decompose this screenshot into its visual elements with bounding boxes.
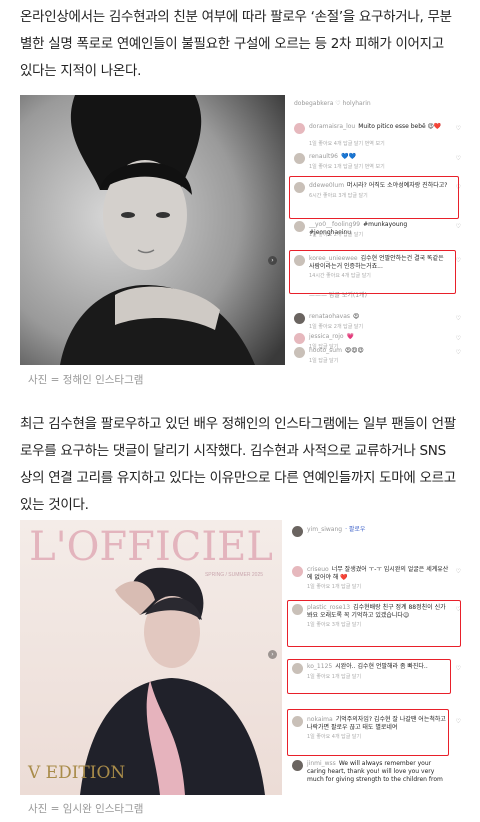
- heart-icon[interactable]: ♡: [456, 155, 461, 163]
- highlight-box: [289, 250, 456, 294]
- heart-icon[interactable]: ♡: [456, 349, 461, 357]
- comment-text: Muito pitico esse bebê 😍❤️: [358, 123, 442, 130]
- follow-link[interactable]: · 팔로우: [345, 526, 365, 533]
- magazine-edition-mark: V EDITION: [27, 763, 125, 783]
- highlight-box: [287, 659, 451, 694]
- comment-text: 😍: [353, 313, 360, 320]
- comment-username: yim_siwang: [307, 526, 343, 533]
- highlight-box: [287, 600, 461, 647]
- jung-hae-in-photo: ›: [20, 95, 285, 365]
- comment-username: dobegabkera ♡ holyharin: [294, 100, 371, 107]
- heart-icon[interactable]: ♡: [456, 665, 461, 673]
- carousel-next-arrow[interactable]: ›: [268, 650, 277, 659]
- carousel-next-arrow[interactable]: ›: [268, 256, 277, 265]
- im-si-wan-photo: L'OFFICIEL SPRING / SUMMER 2025 V EDITIO…: [20, 520, 282, 795]
- heart-icon[interactable]: ♡: [456, 223, 461, 231]
- avatar[interactable]: [294, 313, 305, 324]
- instagram-comments-panel-1: dobegabkera ♡ holyharin doramaisra_lou Mu…: [288, 95, 465, 365]
- comment-username[interactable]: hooto_sum: [309, 347, 342, 354]
- magazine-title: L'OFFICIEL: [29, 524, 273, 570]
- magazine-subtitle: SPRING / SUMMER 2025: [205, 572, 263, 578]
- comment-meta: 1일 좋아요 1개 답글 달기: [307, 584, 362, 590]
- comment-username[interactable]: renault96: [309, 153, 338, 160]
- heart-icon[interactable]: ♡: [456, 335, 461, 343]
- portrait-image: [20, 95, 285, 365]
- avatar[interactable]: [294, 333, 305, 344]
- comment-text: 😍😍😍: [344, 347, 364, 354]
- comment-username[interactable]: doramaisra_lou: [309, 123, 355, 130]
- comment-meta: 1일 좋아요 1개 답글 달기 번역 보기: [309, 164, 385, 170]
- avatar[interactable]: [294, 221, 305, 232]
- comment-meta: 1일 좋아요 2개 답글 달기: [309, 232, 364, 238]
- heart-icon[interactable]: ♡: [456, 568, 461, 576]
- comment-meta: 1일 답글 달기: [309, 358, 339, 364]
- avatar[interactable]: [292, 566, 303, 577]
- comment-username[interactable]: jinmi_wss: [307, 760, 336, 767]
- article-paragraph-2: 최근 김수현을 팔로우하고 있던 배우 정해인의 인스타그램에는 일부 팬들이 …: [20, 416, 456, 513]
- article-paragraph-1: 온라인상에서는 김수현과의 친분 여부에 따라 팔로우 ‘손절’을 요구하거나,…: [20, 9, 452, 79]
- avatar[interactable]: [294, 153, 305, 164]
- comment-text: 💗: [346, 333, 355, 340]
- comment-username[interactable]: renataohavas: [309, 313, 350, 320]
- photo-caption-1: 사진 = 정해인 인스타그램: [28, 374, 144, 386]
- comment-text: 💙💙: [340, 153, 356, 160]
- avatar: [292, 526, 303, 537]
- figure-1: › dobegabkera ♡ holyharin doramaisra_lou…: [20, 95, 465, 365]
- instagram-comments-panel-2: yim_siwang · 팔로우 criseuo 너무 잘생겼어 ㅜ-ㅜ 임시완의 …: [286, 520, 465, 795]
- comment-top-user: dobegabkera ♡ holyharin: [294, 100, 461, 108]
- heart-icon[interactable]: ♡: [456, 315, 461, 323]
- comment-meta: 1일 좋아요 4개 답글 달기 번역 보기: [309, 141, 385, 147]
- avatar[interactable]: [294, 347, 305, 358]
- avatar[interactable]: [294, 123, 305, 134]
- comment-username[interactable]: __yo0__fooling99: [309, 221, 360, 228]
- highlight-box: [287, 709, 449, 756]
- heart-icon[interactable]: ♡: [456, 125, 461, 133]
- magazine-cover-image: L'OFFICIEL SPRING / SUMMER 2025 V EDITIO…: [20, 520, 282, 795]
- comment-username[interactable]: jessica_rojo: [309, 333, 344, 340]
- heart-icon[interactable]: ♡: [456, 257, 461, 265]
- avatar[interactable]: [292, 760, 303, 771]
- comment-username[interactable]: criseuo: [307, 566, 329, 573]
- figure-2: L'OFFICIEL SPRING / SUMMER 2025 V EDITIO…: [20, 520, 465, 795]
- highlight-box: [289, 176, 459, 219]
- comment-meta: 1일 좋아요 2개 답글 달기: [309, 324, 364, 330]
- photo-caption-2: 사진 = 임시완 인스타그램: [28, 803, 144, 815]
- heart-icon[interactable]: ♡: [456, 718, 461, 726]
